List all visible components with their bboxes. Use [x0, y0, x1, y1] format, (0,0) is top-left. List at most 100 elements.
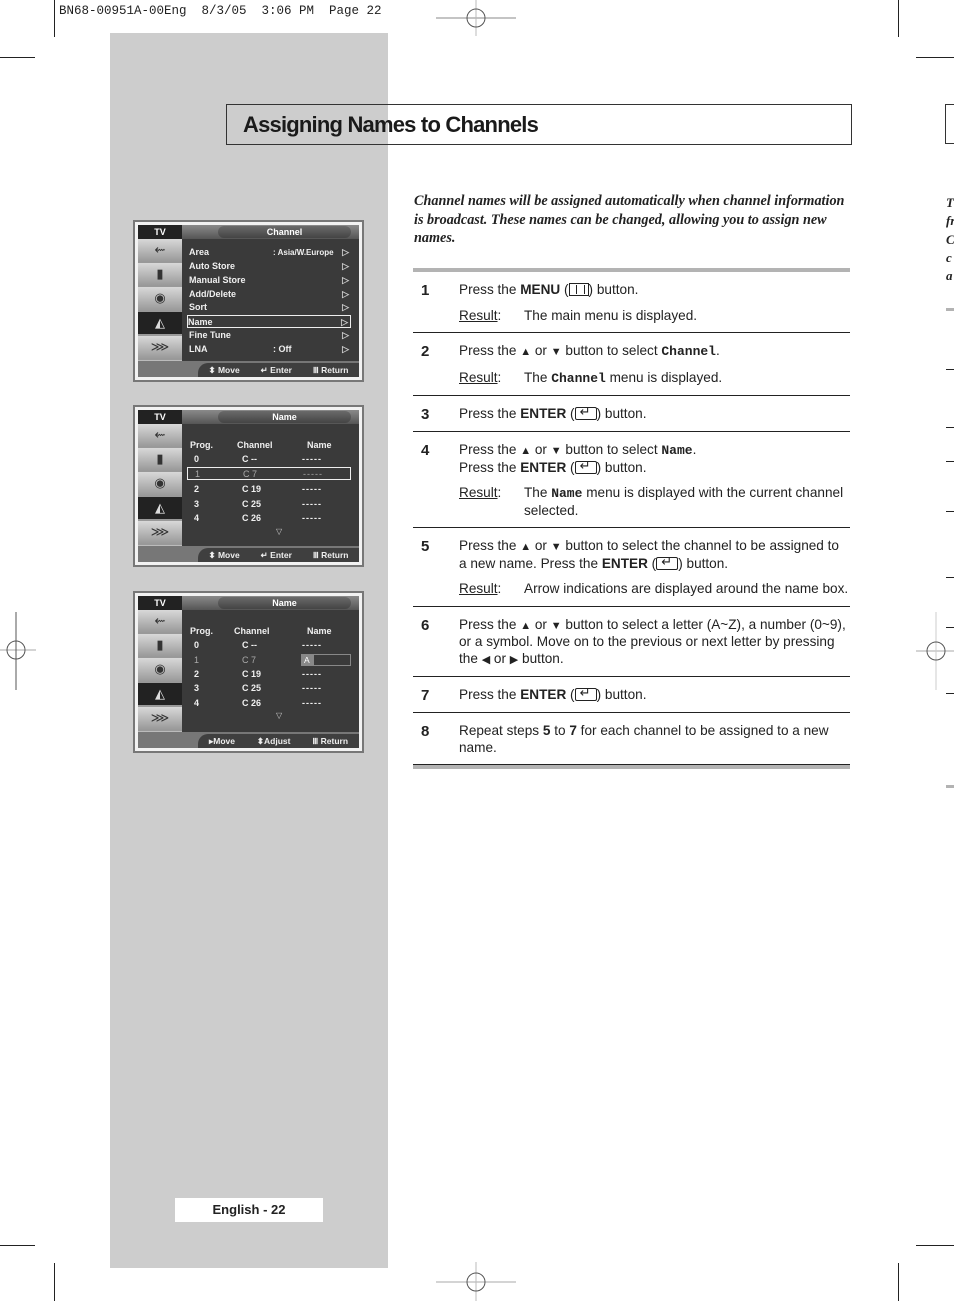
up-arrow-icon: ▲ [520, 346, 532, 358]
osd-channel-row-editing: 1C 7 A [186, 654, 351, 667]
step-number: 8 [421, 723, 430, 740]
step-instruction-2: Press the ENTER () button. [459, 458, 850, 477]
down-arrow-icon: ▼ [550, 619, 562, 632]
setup-icon: ⋙ [138, 335, 182, 360]
step-3: 3 Press the ENTER () button. [413, 396, 850, 432]
name-input-box[interactable]: A [301, 654, 351, 666]
step-instruction: Press the ▲ or ▼ button to select the ch… [459, 538, 850, 572]
menu-icon: Ⅲ [312, 549, 319, 560]
sound-icon: ◉ [138, 658, 182, 683]
step-number: 3 [421, 406, 430, 423]
updown-icon: ⬍ [208, 364, 216, 375]
osd-sidebar: ⇜ ▮ ◉ ◭ ⋙ [138, 424, 182, 546]
title-box: Assigning Names to Channels [226, 104, 852, 145]
picture-icon: ▮ [138, 448, 182, 473]
osd-menu-item: LNA: Off ▷ [189, 344, 349, 354]
osd-footer: ▸Move ⬍Adjust Ⅲ Return [198, 734, 359, 748]
channel-icon: ◭ [138, 311, 182, 336]
step-instruction: Repeat steps 5 to 7 for each channel to … [459, 723, 829, 755]
osd-channel-row: 0C -- ----- [194, 454, 322, 464]
osd-menu-item: Fine Tune ▷ [189, 330, 349, 340]
osd-channel-row: 2C 19 ----- [194, 484, 322, 494]
crop-mark [0, 1245, 35, 1246]
crop-mark [916, 57, 954, 58]
crop-mark [0, 57, 35, 58]
osd-header: Name [218, 597, 351, 609]
step-number: 4 [421, 442, 430, 459]
osd-menu-item-selected: Name ▷ [187, 315, 351, 328]
scroll-down-icon: ▽ [276, 527, 283, 536]
up-arrow-icon: ▲ [520, 541, 532, 553]
next-page-rule [946, 308, 954, 311]
osd-menu-item: Auto Store ▷ [189, 261, 349, 271]
step-5: 5 Press the ▲ or ▼ button to select the … [413, 528, 850, 607]
menu-icon: Ⅲ [312, 364, 319, 375]
step-instruction: Press the MENU () button. [459, 282, 639, 297]
up-arrow-icon: ▲ [520, 445, 532, 457]
down-arrow-icon: ▼ [550, 541, 562, 553]
osd-menu-item: Sort ▷ [189, 302, 349, 312]
arrow-right-icon: ▷ [342, 247, 349, 257]
step-instruction: Press the ▲ or ▼ button to select a lett… [459, 616, 846, 666]
step-instruction: Press the ENTER () button. [459, 685, 850, 704]
step-8: 8 Repeat steps 5 to 7 for each channel t… [413, 713, 850, 765]
next-page-rule [946, 627, 954, 628]
arrow-right-icon: ▷ [342, 330, 349, 340]
enter-button-icon [656, 554, 679, 570]
arrow-right-icon: ▷ [342, 302, 349, 312]
osd-menu-item: Manual Store ▷ [189, 275, 349, 285]
step-1: 1 Press the MENU () button. Result: The m… [413, 272, 850, 333]
enter-button-icon [574, 685, 597, 702]
osd-footer: ⬍ Move ↵ Enter Ⅲ Return [198, 363, 359, 377]
osd-channel-row: 4C 26 ----- [194, 698, 322, 708]
input-icon: ⇜ [138, 424, 182, 449]
enter-icon: ↵ [260, 364, 268, 375]
step-number: 2 [421, 343, 430, 360]
osd-channel-row: 0C -- ----- [194, 640, 322, 650]
osd-column-headers: Prog. Channel Name [190, 440, 332, 450]
arrow-right-icon: ▷ [342, 344, 349, 354]
step-number: 1 [421, 282, 430, 299]
input-icon: ⇜ [138, 610, 182, 635]
osd-channel-row-selected: 1C 7 ----- [187, 467, 351, 480]
up-arrow-icon: ▲ [520, 619, 532, 632]
next-page-rule [946, 369, 954, 370]
step-instruction: Press the ▲ or ▼ button to select Name. [459, 442, 697, 458]
next-page-rule [946, 577, 954, 578]
crop-mark [54, 1263, 55, 1301]
osd-tv-label: TV [138, 410, 182, 424]
step-2: 2 Press the ▲ or ▼ button to select Chan… [413, 333, 850, 396]
step-number: 6 [421, 616, 430, 634]
step-6: 6 Press the ▲ or ▼ button to select a le… [413, 607, 850, 677]
crop-mark [898, 0, 899, 37]
step-result: Result: The Name menu is displayed with t… [459, 485, 844, 518]
step-number: 5 [421, 538, 430, 555]
bottom-rule [413, 765, 850, 769]
picture-icon: ▮ [138, 263, 182, 288]
arrow-right-icon: ▷ [341, 317, 348, 327]
osd-header: Name [218, 411, 351, 423]
osd-sidebar: ⇜ ▮ ◉ ◭ ⋙ [138, 239, 182, 361]
next-page-text-fragment: c [946, 250, 952, 265]
scroll-down-icon: ▽ [276, 711, 283, 720]
osd-channel-row: 4C 26 ----- [194, 513, 322, 523]
osd-channel-row: 3C 25 ----- [194, 683, 322, 693]
enter-button-icon [574, 458, 597, 474]
step-4: 4 Press the ▲ or ▼ button to select Name… [413, 432, 850, 528]
registration-mark-left [0, 612, 36, 690]
enter-button-icon [574, 404, 597, 421]
down-arrow-icon: ▼ [550, 445, 562, 457]
left-arrow-icon: ◀ [481, 653, 491, 666]
intro-text: Channel names will be assigned automatic… [414, 193, 845, 246]
registration-mark-bottom [436, 1262, 516, 1301]
next-page-text-fragment: fr [946, 213, 954, 228]
step-result: Result: Arrow indications are displayed a… [459, 581, 849, 596]
page-title: Assigning Names to Channels [243, 112, 539, 137]
setup-icon: ⋙ [138, 520, 182, 545]
arrow-right-icon: ▷ [342, 289, 349, 299]
sound-icon: ◉ [138, 287, 182, 312]
arrow-right-icon: ▷ [342, 275, 349, 285]
setup-icon: ⋙ [138, 706, 182, 731]
input-icon: ⇜ [138, 239, 182, 264]
channel-icon: ◭ [138, 496, 182, 521]
